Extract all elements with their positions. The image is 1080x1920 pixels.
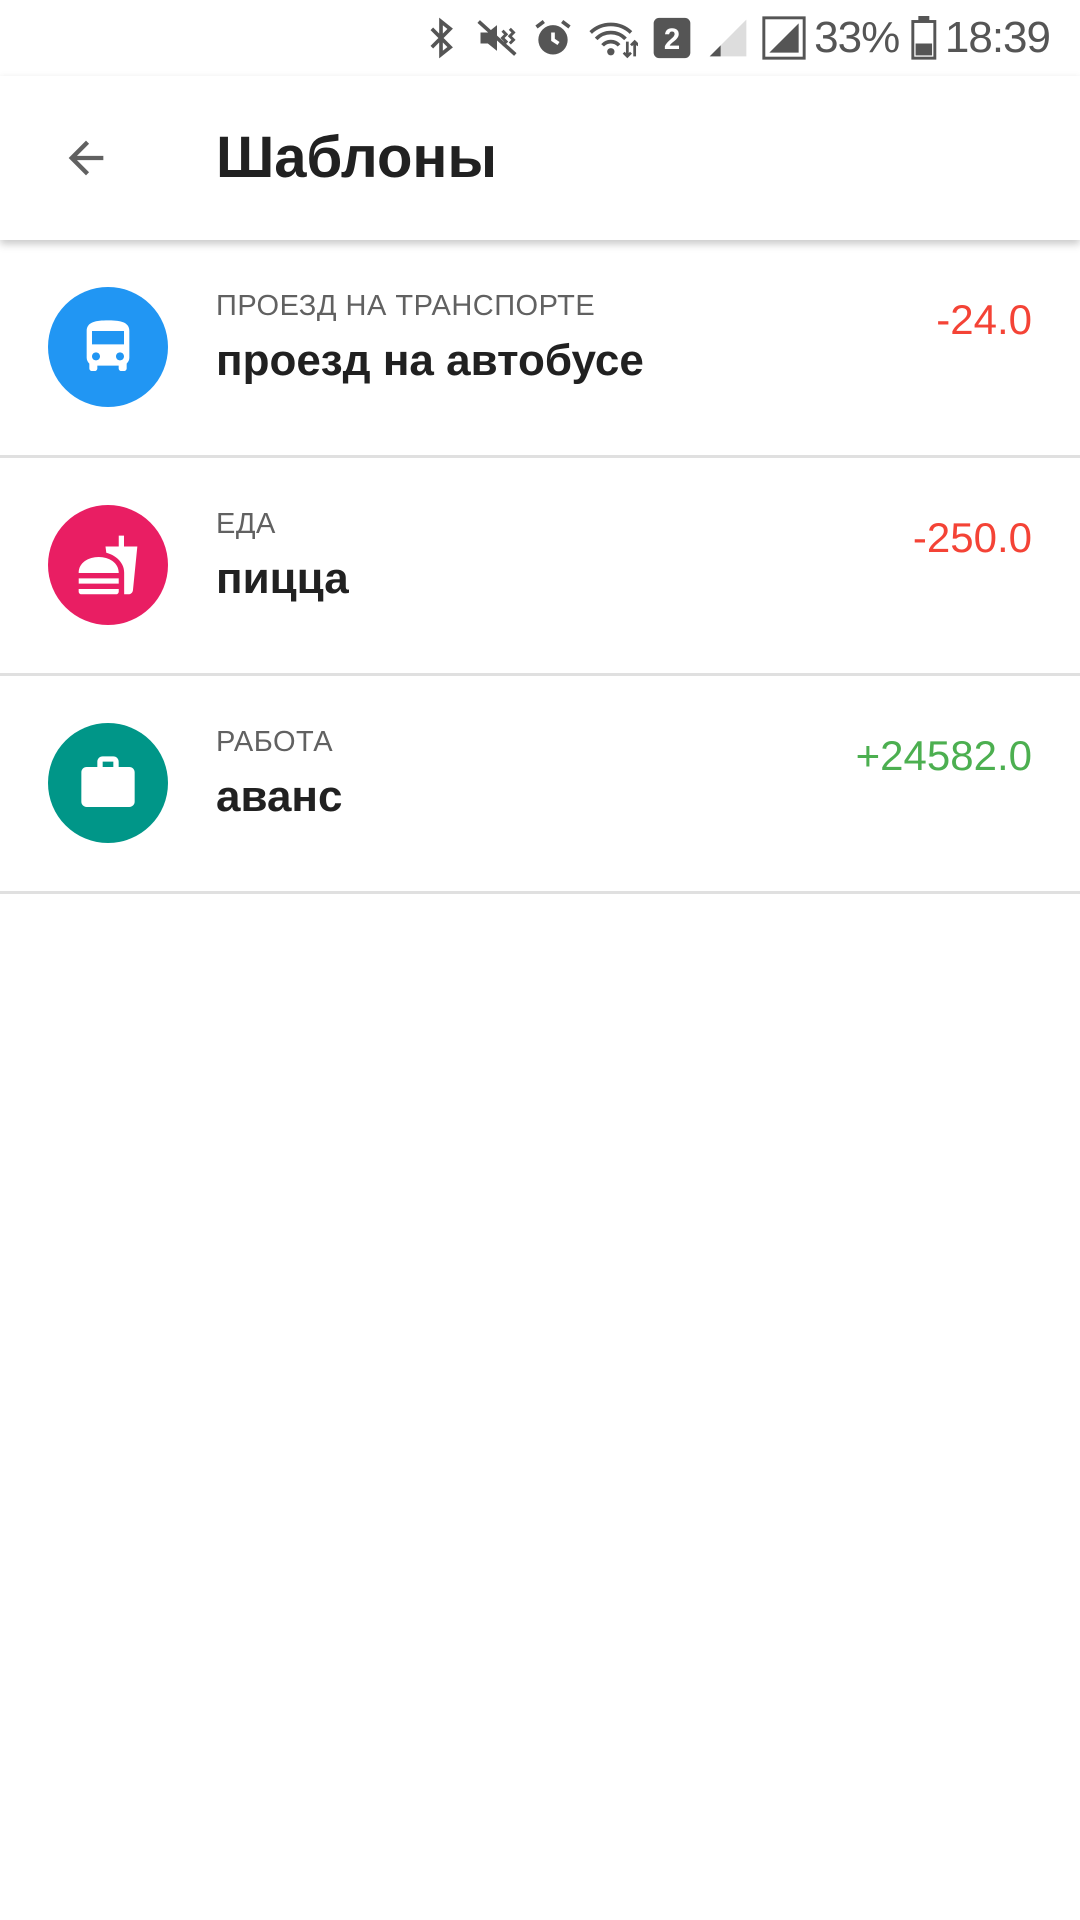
template-name: проезд на автобусе bbox=[216, 336, 644, 385]
arrow-back-icon bbox=[68, 140, 104, 176]
signal-weak-icon bbox=[706, 16, 750, 60]
template-name: аванс bbox=[216, 772, 343, 821]
battery-icon bbox=[911, 16, 937, 60]
page-title: Шаблоны bbox=[216, 125, 497, 190]
sim-badge: 2 bbox=[650, 16, 694, 60]
templates-list: ПРОЕЗД НА ТРАНСПОРТЕ проезд на автобусе … bbox=[0, 240, 1080, 894]
svg-text:2: 2 bbox=[664, 23, 680, 56]
template-category: ЕДА bbox=[216, 508, 276, 540]
fastfood-icon bbox=[78, 535, 138, 595]
category-icon-circle bbox=[48, 287, 168, 407]
bluetooth-icon bbox=[419, 16, 463, 60]
template-category: РАБОТА bbox=[216, 726, 334, 758]
battery-percent: 33% bbox=[814, 13, 900, 62]
back-button[interactable] bbox=[46, 118, 126, 198]
bus-icon bbox=[86, 320, 130, 371]
briefcase-icon bbox=[81, 756, 135, 807]
alarm-icon bbox=[531, 16, 575, 60]
template-category: ПРОЕЗД НА ТРАНСПОРТЕ bbox=[216, 290, 596, 322]
template-amount: -250.0 bbox=[912, 514, 1032, 561]
clock: 18:39 bbox=[944, 13, 1051, 62]
app-bar: Шаблоны bbox=[0, 76, 1080, 240]
template-amount: +24582.0 bbox=[855, 732, 1032, 779]
template-name: пицца bbox=[216, 554, 349, 603]
category-icon-circle bbox=[48, 505, 168, 625]
template-amount: -24.0 bbox=[936, 296, 1032, 343]
template-item-work[interactable]: РАБОТА аванс +24582.0 bbox=[0, 676, 1080, 894]
template-item-bus[interactable]: ПРОЕЗД НА ТРАНСПОРТЕ проезд на автобусе … bbox=[0, 240, 1080, 458]
mute-vibrate-icon bbox=[475, 16, 519, 60]
wifi-icon bbox=[587, 16, 639, 60]
template-item-food[interactable]: ЕДА пицца -250.0 bbox=[0, 458, 1080, 676]
status-bar: 2 33% 18:39 bbox=[0, 0, 1080, 76]
signal-icon bbox=[762, 16, 806, 60]
category-icon-circle bbox=[48, 723, 168, 843]
